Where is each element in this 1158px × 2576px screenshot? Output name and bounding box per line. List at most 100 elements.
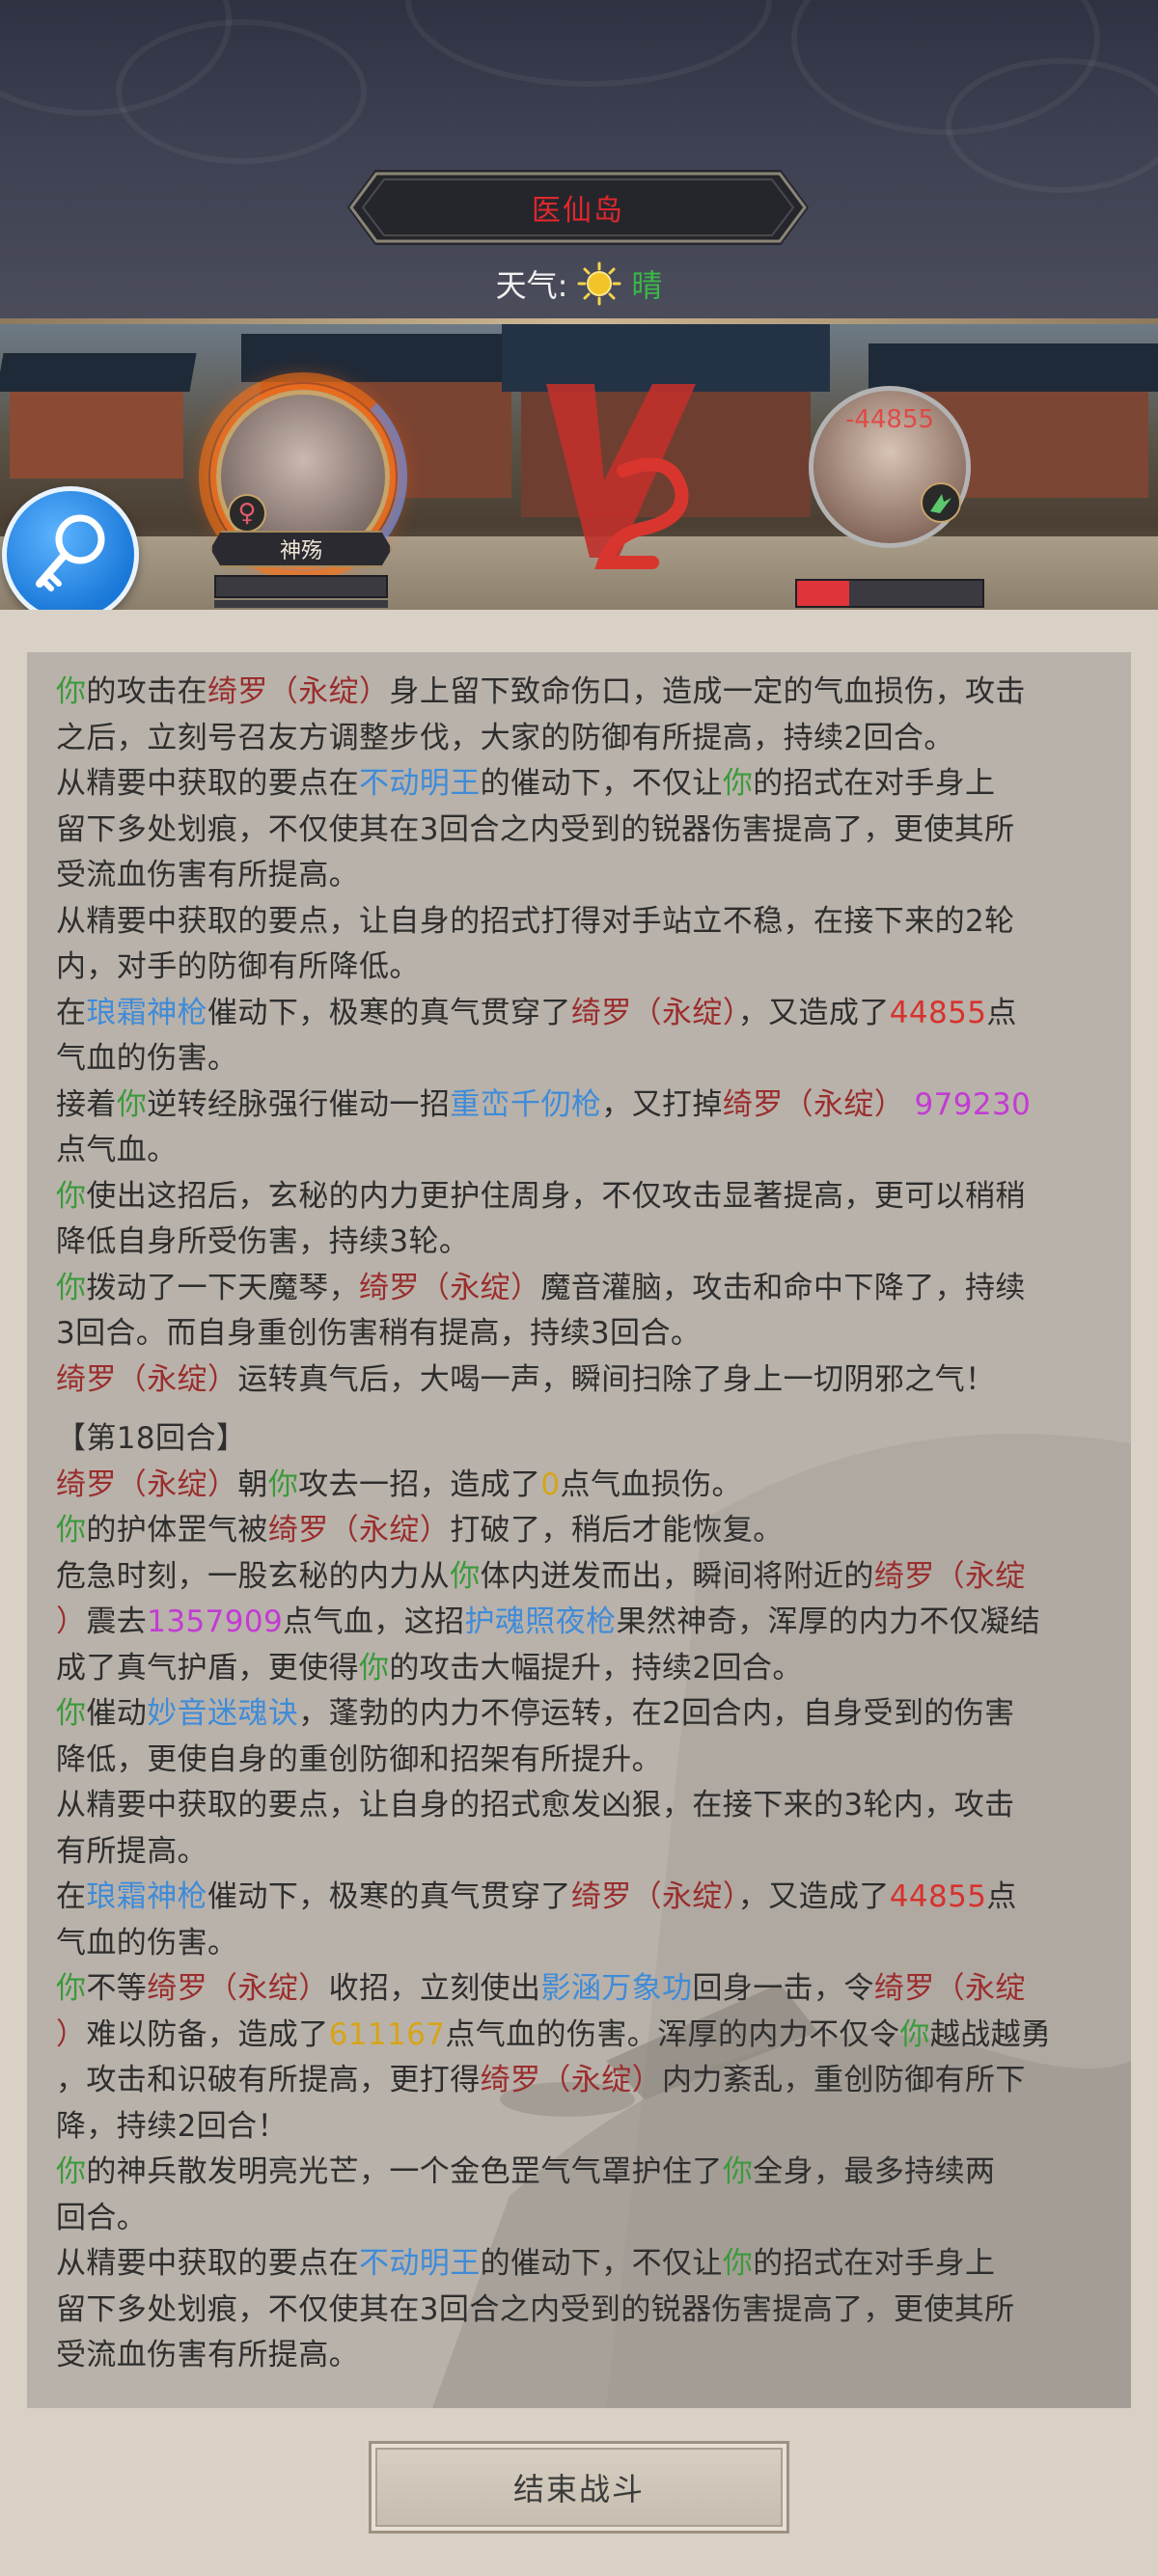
log-segment: 的神兵散发明亮光芒，一个金色罡气气罩护住了 <box>86 2154 723 2189</box>
log-line: 降，持续2回合！ <box>56 2104 1108 2151</box>
log-segment: ，蓬勃的内力不停运转，在2回合内，自身受到的伤害 <box>298 1696 1015 1731</box>
log-segment: 护魂照夜枪 <box>464 1604 617 1639</box>
log-segment: 绮罗（永绽 <box>873 1971 1026 2006</box>
log-segment: 逆转经脉强行催动一招 <box>147 1086 451 1122</box>
log-segment: 妙音迷魂诀 <box>147 1696 299 1731</box>
log-line: 从精要中获取的要点在不动明王的催动下，不仅让你的招式在对手身上 <box>56 761 1108 808</box>
log-segment: 不动明王 <box>359 2246 481 2281</box>
log-segment: 催动下，极寒的真气贯穿了 <box>207 995 571 1030</box>
enemy-floating-damage: -44855 <box>844 405 935 434</box>
log-segment: 受流血伤害有所提高。 <box>56 858 359 892</box>
log-line: 之后，立刻号召友方调整步伐，大家的防御有所提高，持续2回合。 <box>56 716 1108 762</box>
log-segment: 运转真气后，大喝一声，瞬间扫除了身上一切阴邪之气！ <box>237 1361 996 1397</box>
log-segment: 接着 <box>56 1086 117 1122</box>
log-segment: 降，持续2回合！ <box>56 2108 288 2144</box>
log-segment: 催动下，极寒的真气贯穿了 <box>207 1879 571 1914</box>
log-segment: 点气血。 <box>56 1133 178 1167</box>
log-segment: 气血的伤害。 <box>56 1041 238 1076</box>
log-segment: 点 <box>986 1879 1017 1914</box>
log-segment: 有所提高。 <box>56 1833 207 1869</box>
cloud-decoration <box>116 19 367 164</box>
weather-value: 晴 <box>631 267 663 304</box>
log-segment: 点气血，这招 <box>283 1604 465 1639</box>
log-segment: 从精要中获取的要点在 <box>56 2246 359 2281</box>
log-segment: 绮罗（永绽） <box>570 1879 738 1914</box>
location-name: 医仙岛 <box>532 194 624 228</box>
cloud-decoration <box>405 0 772 87</box>
log-line: 留下多处划痕，不仅使其在3回合之内受到的锐器伤害提高了，更使其所 <box>56 2288 1108 2334</box>
log-line: 接着你逆转经脉强行催动一招重峦千仞枪，又打掉绮罗（永绽） 979230 <box>56 1082 1108 1129</box>
log-segment: 果然神奇，浑厚的内力不仅凝结 <box>616 1604 1041 1639</box>
log-line: 【第18回合】 <box>56 1416 1108 1463</box>
log-segment: 降低自身所受伤害，持续3轮。 <box>56 1224 470 1259</box>
log-fade <box>27 652 1131 673</box>
log-segment: ，又造成了 <box>737 995 890 1030</box>
log-line: ）难以防备，造成了611167点气血的伤害。浑厚的内力不仅令你越战越勇 <box>56 2013 1108 2059</box>
log-segment: 绮罗（永绽） <box>480 2063 663 2097</box>
log-segment: 的护体罡气被 <box>86 1513 268 1548</box>
log-segment: ，又造成了 <box>737 1879 890 1914</box>
log-segment: 不动明王 <box>359 766 481 801</box>
log-segment: 不等 <box>86 1971 148 2006</box>
log-segment: 绮罗（永绽） <box>570 995 738 1030</box>
log-segment: 的招式在对手身上 <box>753 2246 996 2281</box>
log-segment: 你 <box>722 2154 754 2189</box>
player-name: 神殇 <box>210 531 392 567</box>
log-segment: 的攻击大幅提升，持续2回合。 <box>389 1650 803 1685</box>
magnifier-key-button[interactable] <box>2 486 139 623</box>
log-segment: ，攻击和识破有所提高，更打得 <box>56 2063 481 2097</box>
log-line: 绮罗（永绽）朝你攻去一招，造成了0点气血损伤。 <box>56 1463 1108 1509</box>
log-line: 你催动妙音迷魂诀，蓬勃的内力不停运转，在2回合内，自身受到的伤害 <box>56 1691 1108 1738</box>
log-segment: 你 <box>56 674 87 709</box>
log-segment: 降低，更使自身的重创防御和招架有所提升。 <box>56 1741 662 1777</box>
log-segment: 从精要中获取的要点，让自身的招式打得对手站立不稳，在接下来的2轮 <box>56 903 1015 939</box>
log-segment: 【第18回合】 <box>56 1421 247 1456</box>
log-line: 从精要中获取的要点，让自身的招式打得对手站立不稳，在接下来的2轮 <box>56 899 1108 945</box>
log-line: 降低自身所受伤害，持续3轮。 <box>56 1219 1108 1266</box>
log-segment: 979230 <box>904 1086 1032 1122</box>
log-segment: 绮罗（永绽） <box>56 1466 238 1502</box>
battle-log-panel[interactable]: 你的攻击在绮罗（永绽）身上留下致命伤口，造成一定的气血损伤，攻击 之后，立刻号召友… <box>27 652 1131 2408</box>
log-segment: 绮罗（永绽） <box>359 1270 541 1305</box>
log-segment: 0 <box>540 1466 561 1502</box>
log-line: 点气血。 <box>56 1128 1108 1174</box>
log-segment: 震去 <box>86 1604 148 1639</box>
log-line: 降低，更使自身的重创防御和招架有所提升。 <box>56 1738 1108 1784</box>
end-battle-button[interactable]: 结束战斗 <box>369 2441 789 2534</box>
log-line: 成了真气护盾，更使得你的攻击大幅提升，持续2回合。 <box>56 1646 1108 1692</box>
log-segment: 危急时刻，一股玄秘的内力从 <box>56 1558 451 1594</box>
log-segment: 受流血伤害有所提高。 <box>56 2338 359 2372</box>
log-line: 在琅霜神枪催动下，极寒的真气贯穿了绮罗（永绽），又造成了44855点 <box>56 991 1108 1037</box>
log-segment: 气血的伤害。 <box>56 1925 238 1960</box>
log-line: 你使出这招后，玄秘的内力更护住周身，不仅攻击显著提高，更可以稍稍 <box>56 1174 1108 1220</box>
log-line: ）震去1357909点气血，这招护魂照夜枪果然神奇，浑厚的内力不仅凝结 <box>56 1600 1108 1646</box>
log-segment: 朝 <box>237 1466 268 1502</box>
log-segment: 重峦千仞枪 <box>450 1086 602 1122</box>
building-roof <box>868 343 1158 392</box>
log-segment: 回身一击，令 <box>692 1971 874 2006</box>
log-segment: 点 <box>986 995 1017 1030</box>
log-segment: 你 <box>899 2016 930 2052</box>
log-line: 从精要中获取的要点，让自身的招式愈发凶狠，在接下来的3轮内，攻击 <box>56 1783 1108 1829</box>
log-segment: 在 <box>56 995 87 1030</box>
log-segment: 点气血损伤。 <box>560 1466 742 1502</box>
log-segment: 611167 <box>328 2016 446 2052</box>
log-segment: 越战越勇 <box>929 2016 1052 2052</box>
log-segment: 你 <box>56 1513 87 1548</box>
log-segment: 你 <box>722 766 754 801</box>
log-segment: 魔音灌脑，攻击和命中下降了，持续 <box>540 1270 1026 1305</box>
vs-emblem <box>546 384 696 569</box>
log-segment: 的攻击在 <box>86 674 208 709</box>
log-segment: 回合。 <box>56 2200 148 2235</box>
log-segment: 琅霜神枪 <box>86 1879 208 1914</box>
log-line: 你不等绮罗（永绽）收招，立刻使出影涵万象功回身一击，令绮罗（永绽 <box>56 1966 1108 2013</box>
enemy-class-icon <box>921 482 961 523</box>
log-line: 受流血伤害有所提高。 <box>56 853 1108 899</box>
enemy-hp-bar <box>795 579 984 608</box>
log-segment: 难以防备，造成了 <box>86 2016 329 2052</box>
log-segment: 的招式在对手身上 <box>753 766 996 801</box>
log-segment: 之后，立刻号召友方调整步伐，大家的防御有所提高，持续2回合。 <box>56 720 954 755</box>
log-segment: 绮罗（永绽） <box>56 1361 238 1397</box>
log-segment: ） <box>56 2016 87 2052</box>
log-segment: 从精要中获取的要点在 <box>56 766 359 801</box>
